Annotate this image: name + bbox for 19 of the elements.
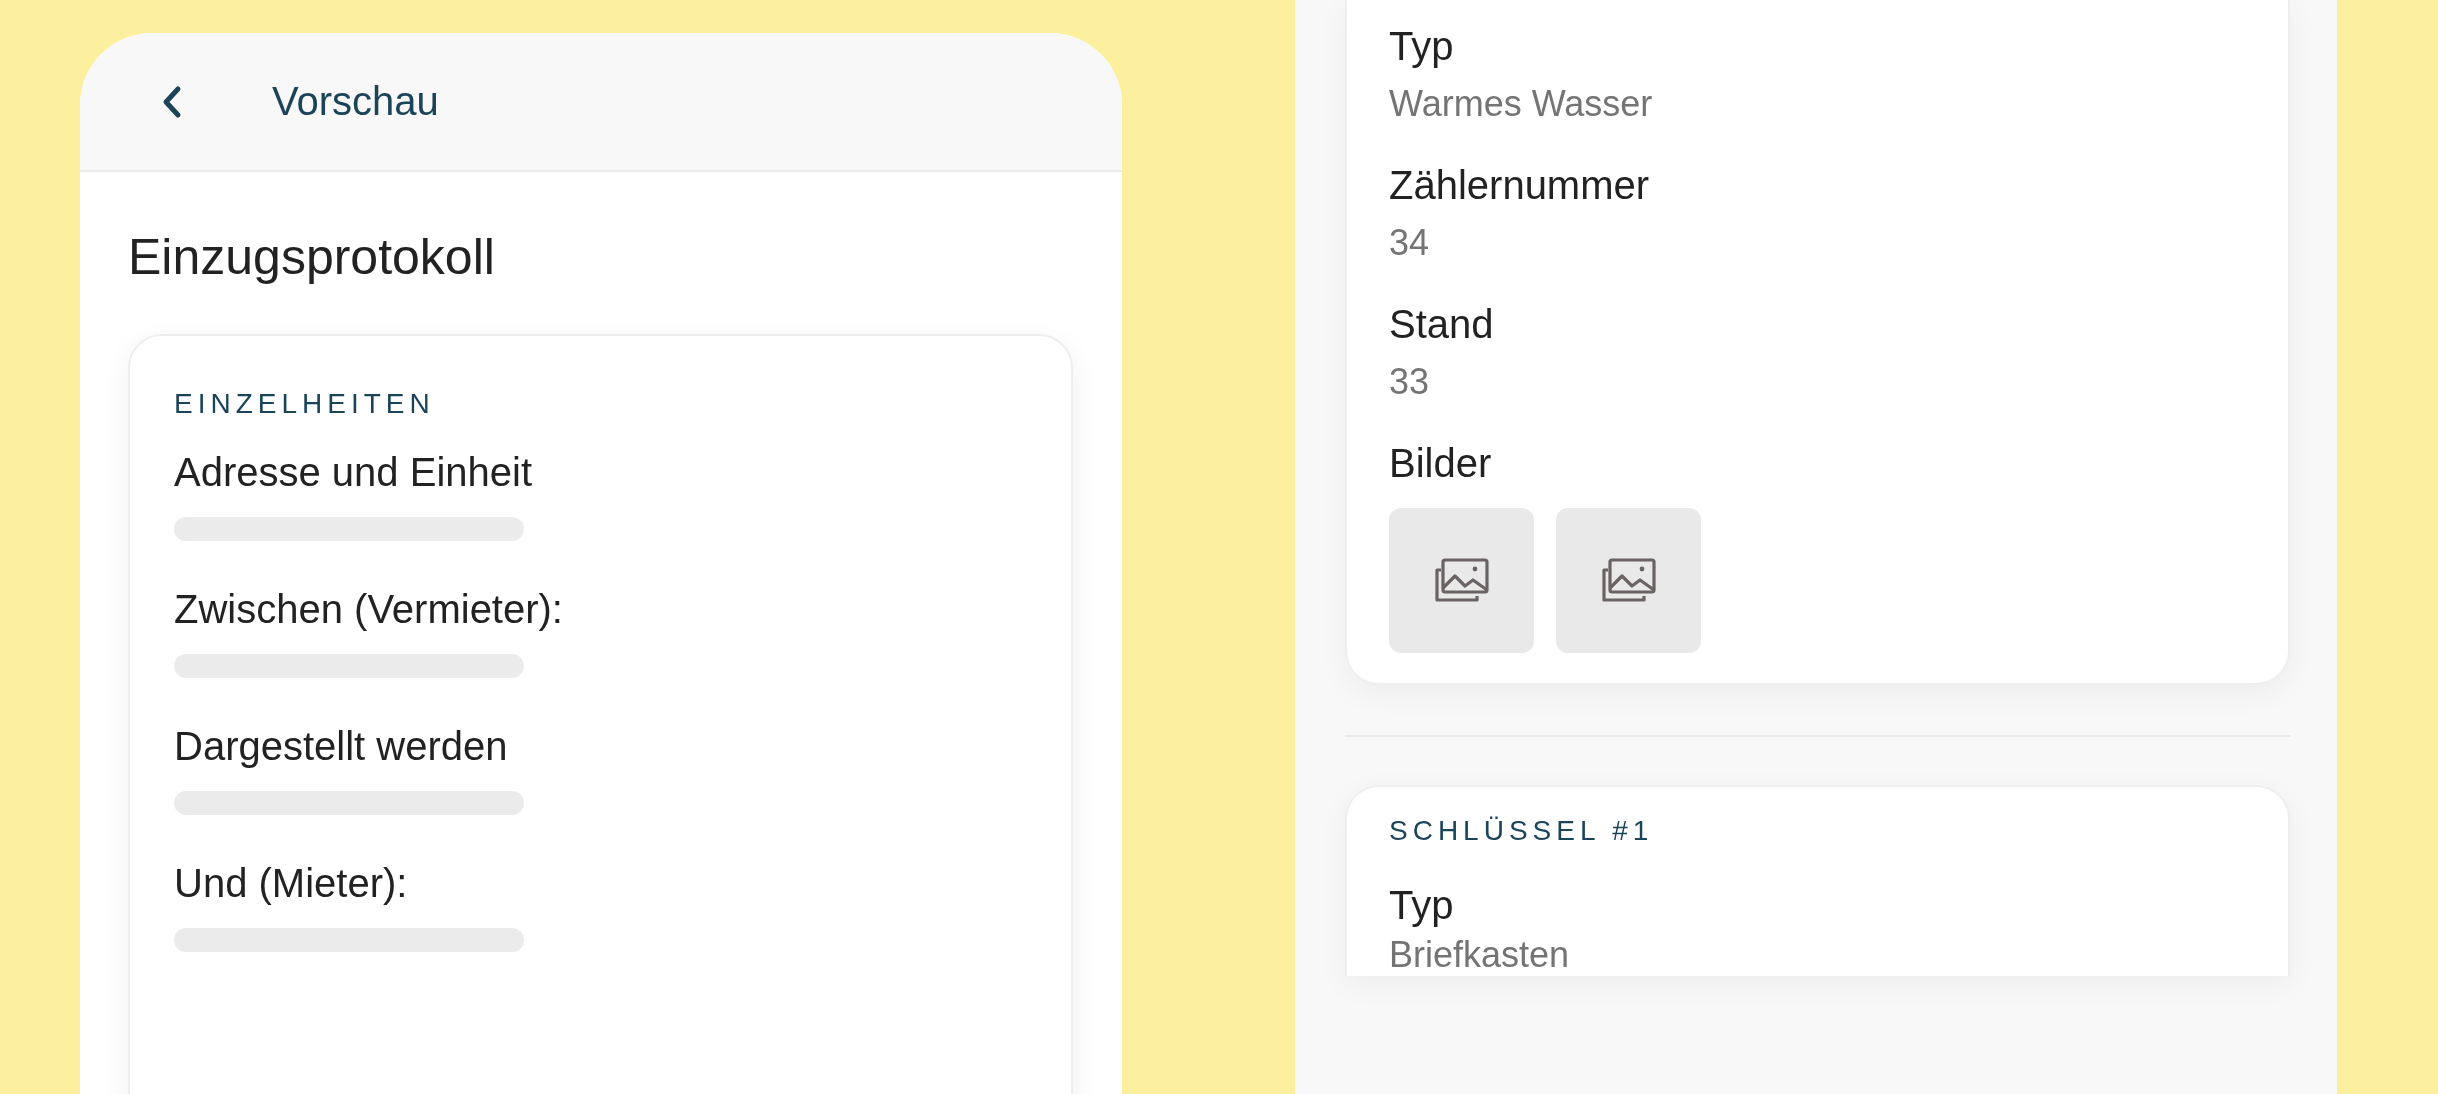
field-value: 34: [1389, 222, 1431, 264]
image-thumbnail[interactable]: [1556, 508, 1701, 653]
field-label: Stand: [1389, 302, 1495, 347]
page-title: Einzugsprotokoll: [128, 228, 496, 286]
screen-title: Vorschau: [272, 79, 439, 124]
field-value: Briefkasten: [1389, 934, 1571, 976]
field-value: 33: [1389, 361, 1431, 403]
field-label: Zählernummer: [1389, 163, 1651, 208]
field-label: Dargestellt werden: [174, 724, 509, 769]
field-label: Bilder: [1389, 441, 1493, 486]
image-thumbnail[interactable]: [1389, 508, 1534, 653]
field-label: Typ: [1389, 883, 1455, 928]
field-value: Warmes Wasser: [1389, 83, 1654, 125]
section-heading: EINZELHEITEN: [174, 387, 436, 420]
section-heading: SCHLÜSSEL #1: [1389, 814, 1655, 847]
field-label: Und (Mieter):: [174, 861, 409, 906]
field-label: Adresse und Einheit: [174, 450, 533, 495]
field-label: Zwischen (Vermieter):: [174, 587, 564, 632]
field-label: Typ: [1389, 24, 1455, 69]
